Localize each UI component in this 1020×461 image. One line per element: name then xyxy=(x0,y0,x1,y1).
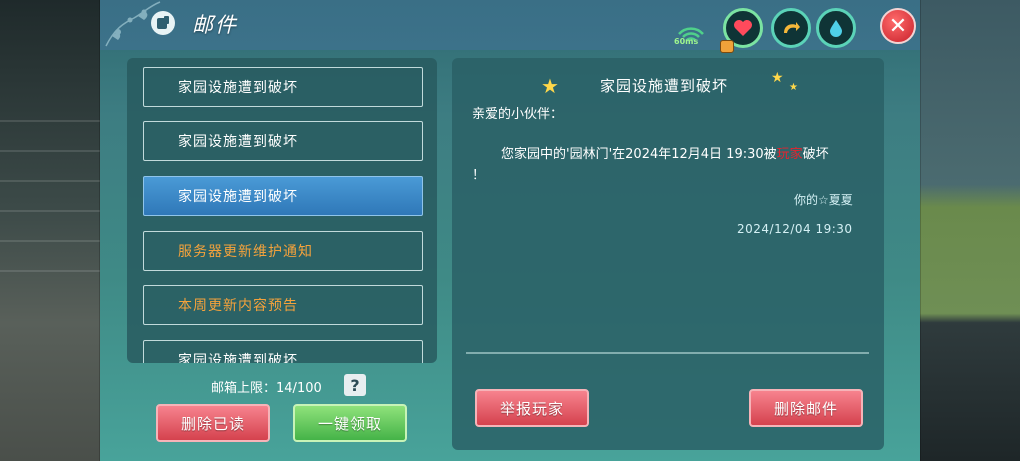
heart-icon xyxy=(734,20,752,36)
delete-read-button[interactable]: 删除已读 xyxy=(156,404,270,442)
close-button[interactable]: ✕ xyxy=(880,8,916,44)
divider xyxy=(466,352,869,354)
energy-stat[interactable] xyxy=(771,8,811,48)
mail-list-item[interactable]: 家园设施遭到破坏 xyxy=(143,67,423,107)
star-icon: ★ xyxy=(541,74,559,98)
mail-list-panel[interactable]: 家园设施遭到破坏 家园设施遭到破坏 家园设施遭到破坏 服务器更新维护通知 本周更… xyxy=(127,58,437,363)
report-player-button[interactable]: 举报玩家 xyxy=(475,389,589,427)
mail-icon xyxy=(151,11,175,35)
claim-all-button[interactable]: 一键领取 xyxy=(293,404,407,442)
mail-list-item-selected[interactable]: 家园设施遭到破坏 xyxy=(143,176,423,216)
help-button[interactable]: ? xyxy=(344,374,366,396)
page-title: 邮件 xyxy=(192,13,238,37)
ping-label: 60ms xyxy=(674,37,699,46)
mail-greeting: 亲爱的小伙伴： xyxy=(472,107,564,122)
mail-date: 2024/12/04 19:30 xyxy=(737,222,853,236)
mail-body: 您家园中的'园林门'在2024年12月4日 19:30被玩家破坏 xyxy=(501,147,829,162)
water-stat[interactable] xyxy=(816,8,856,48)
background-left xyxy=(0,0,104,461)
mail-body-continuation: ！ xyxy=(472,168,486,183)
mail-list-item[interactable]: 本周更新内容预告 xyxy=(143,285,423,325)
mail-subject: 家园设施遭到破坏 xyxy=(600,77,729,95)
star-icon: ★ xyxy=(771,70,784,86)
water-drop-icon xyxy=(830,20,842,37)
delete-mail-button[interactable]: 删除邮件 xyxy=(749,389,863,427)
mailbox-limit: 邮箱上限：14/100 xyxy=(211,381,322,396)
background-right xyxy=(910,0,1020,461)
mail-signature: 你的☆夏夏 xyxy=(794,193,853,207)
mail-list-item[interactable]: 家园设施遭到破坏 xyxy=(143,121,423,161)
mail-list-item[interactable]: 服务器更新维护通知 xyxy=(143,231,423,271)
curved-arrow-icon xyxy=(784,22,800,33)
lock-icon xyxy=(720,40,734,53)
close-icon: ✕ xyxy=(888,13,908,39)
star-icon: ★ xyxy=(789,82,798,93)
mail-list-item[interactable]: 家园设施遭到破坏 xyxy=(143,340,423,363)
